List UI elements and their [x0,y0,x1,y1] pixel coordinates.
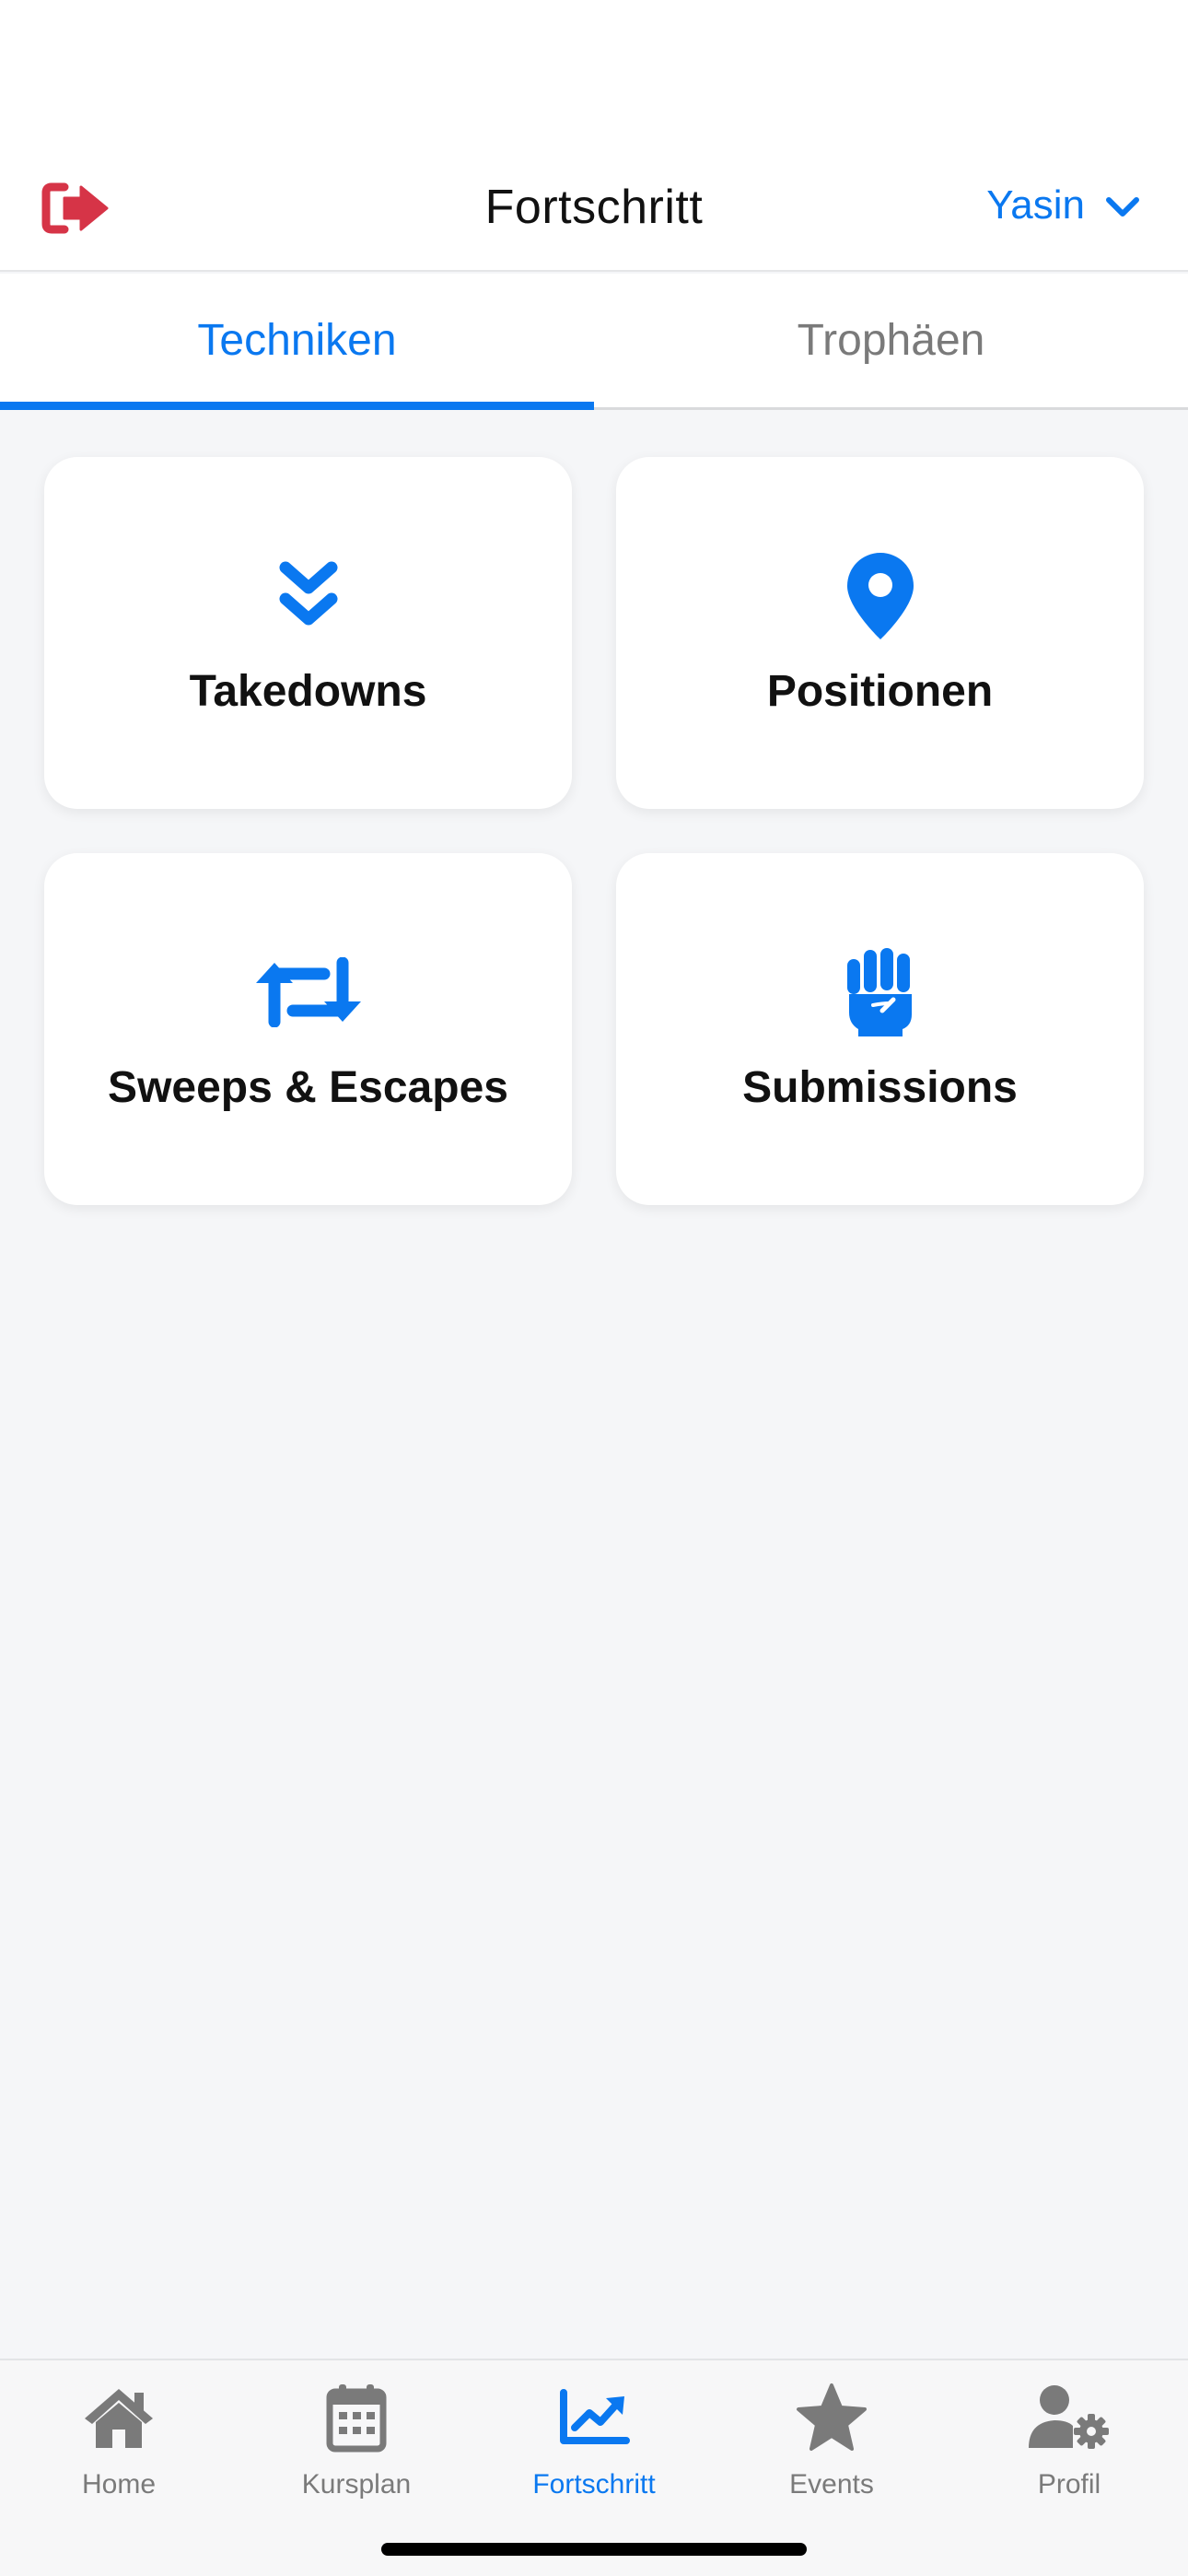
nav-item-home[interactable]: Home [0,2360,238,2526]
category-label: Positionen [766,666,994,716]
app-screen: Fortschritt Yasin Techniken Trophäen Tak… [0,0,1188,2576]
fist-icon [845,946,915,1038]
angles-down-icon [278,550,339,642]
category-card-takedowns[interactable]: Takedowns [44,457,572,809]
chevron-down-icon [1105,182,1140,228]
nav-label: Home [81,2469,157,2500]
category-grid: Takedowns Positionen Sweeps & Escapes Su… [44,457,1144,1205]
nav-item-events[interactable]: Events [713,2360,950,2526]
nav-label: Profil [1037,2469,1101,2500]
category-label: Takedowns [189,666,427,716]
user-name: Yasin [986,182,1085,228]
chart-line-icon [558,2381,630,2454]
retweet-icon [252,946,365,1038]
star-icon [795,2381,868,2454]
category-card-sweeps-escapes[interactable]: Sweeps & Escapes [44,853,572,1205]
user-gear-icon [1027,2381,1112,2454]
nav-item-profil[interactable]: Profil [950,2360,1188,2526]
nav-label: Events [789,2469,874,2500]
nav-label: Fortschritt [532,2469,656,2500]
tab-techniken[interactable]: Techniken [0,274,594,410]
category-card-positionen[interactable]: Positionen [616,457,1144,809]
nav-label: Kursplan [301,2469,412,2500]
tab-trophaeen[interactable]: Trophäen [594,274,1188,407]
home-indicator [381,2543,807,2556]
tab-bar: Techniken Trophäen [0,274,1188,410]
user-selector[interactable]: Yasin [986,182,1140,228]
category-label: Submissions [742,1062,1018,1112]
category-card-submissions[interactable]: Submissions [616,853,1144,1205]
category-label: Sweeps & Escapes [108,1062,508,1112]
house-icon [81,2381,157,2454]
top-header: Fortschritt Yasin [0,0,1188,272]
calendar-icon [326,2381,387,2454]
nav-item-kursplan[interactable]: Kursplan [238,2360,475,2526]
location-pin-icon [845,550,915,642]
nav-item-fortschritt[interactable]: Fortschritt [475,2360,713,2526]
